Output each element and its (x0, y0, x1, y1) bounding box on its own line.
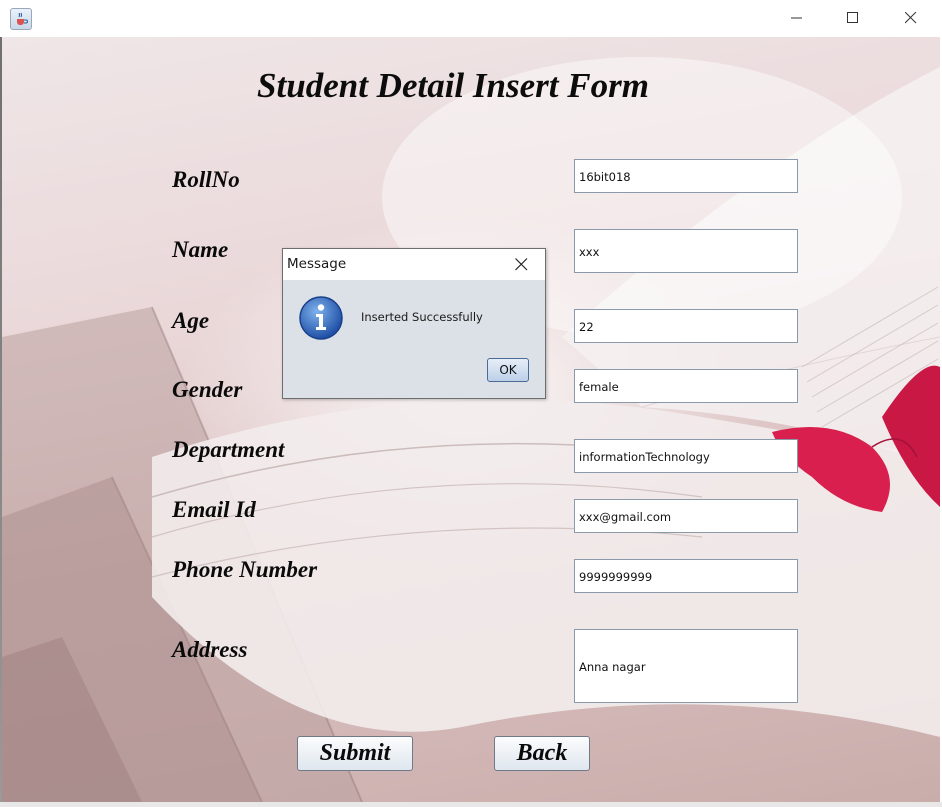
minimize-button[interactable] (774, 0, 820, 37)
close-icon (515, 258, 528, 271)
email-input[interactable]: xxx@gmail.com (574, 499, 798, 533)
name-input[interactable]: xxx (574, 229, 798, 273)
back-button[interactable]: Back (494, 736, 590, 771)
dialog-close-button[interactable] (509, 253, 533, 275)
gender-input[interactable]: female (574, 369, 798, 403)
maximize-button[interactable] (830, 0, 876, 37)
window-titlebar (0, 0, 942, 37)
message-dialog: Message Inserted Successfully OK (282, 248, 546, 399)
submit-button[interactable]: Submit (297, 736, 413, 771)
rollno-label: RollNo (172, 167, 240, 192)
name-label: Name (172, 237, 229, 262)
address-label: Address (172, 637, 248, 662)
window-bottom-border (0, 802, 942, 807)
gender-label: Gender (172, 377, 243, 402)
java-cup-icon (10, 8, 32, 30)
dialog-titlebar: Message (283, 249, 545, 280)
department-input[interactable]: informationTechnology (574, 439, 798, 473)
info-icon (298, 295, 344, 341)
age-label: Age (172, 308, 210, 333)
email-label: Email Id (172, 497, 256, 522)
department-label: Department (172, 437, 285, 462)
ok-button[interactable]: OK (487, 358, 529, 382)
close-button[interactable] (888, 0, 934, 37)
address-textarea[interactable]: Anna nagar (574, 629, 798, 703)
rollno-input[interactable]: 16bit018 (574, 159, 798, 193)
page-title: Student Detail Insert Form (257, 66, 649, 105)
age-input[interactable]: 22 (574, 309, 798, 343)
close-icon (905, 12, 917, 24)
phone-input[interactable]: 9999999999 (574, 559, 798, 593)
dialog-message: Inserted Successfully (361, 310, 483, 324)
minimize-icon (791, 17, 802, 19)
dialog-title: Message (287, 256, 347, 272)
maximize-icon (847, 12, 858, 23)
background-image (2, 37, 940, 802)
phone-label: Phone Number (172, 557, 318, 582)
